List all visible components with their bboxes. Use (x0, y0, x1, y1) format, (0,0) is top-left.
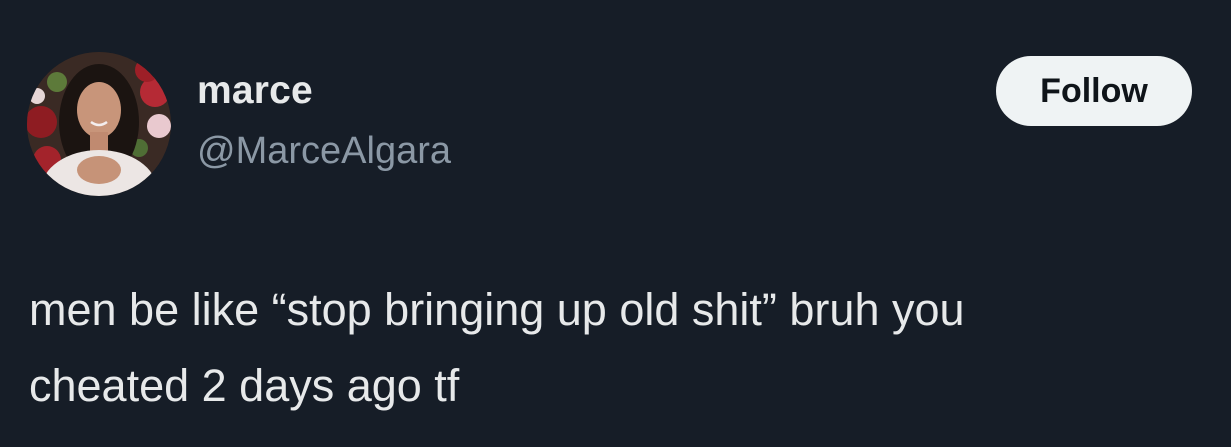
follow-button[interactable]: Follow (996, 56, 1192, 126)
avatar[interactable] (27, 52, 171, 196)
avatar-image (27, 52, 171, 196)
author-handle[interactable]: @MarceAlgara (197, 130, 451, 173)
tweet-text: men be like “stop bringing up old shit” … (29, 284, 965, 411)
tweet-card: marce @MarceAlgara Follow men be like “s… (0, 0, 1231, 447)
author-display-name[interactable]: marce (197, 69, 313, 113)
